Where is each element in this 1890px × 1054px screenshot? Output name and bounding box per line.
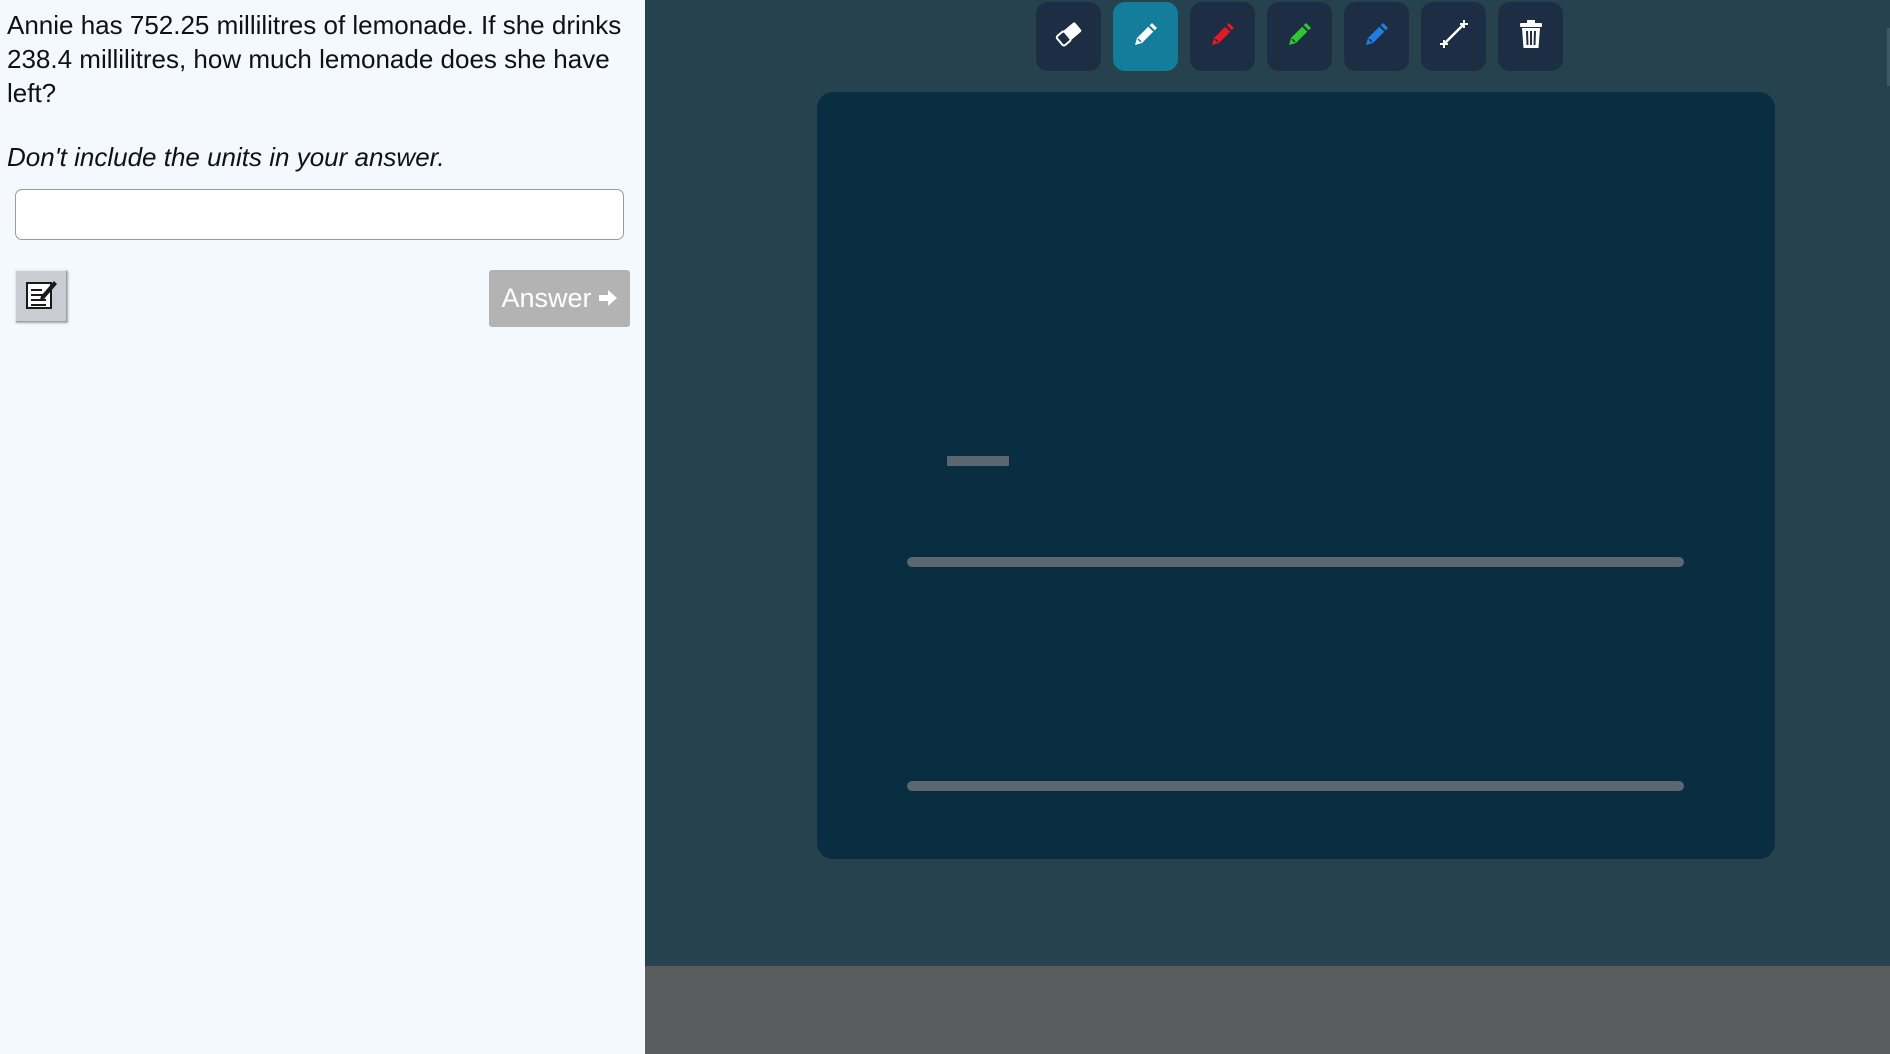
pencil-icon xyxy=(1130,18,1162,55)
trash-icon xyxy=(1517,18,1545,55)
notepad-button[interactable] xyxy=(15,270,67,322)
pencil-icon xyxy=(1361,18,1393,55)
question-text: Annie has 752.25 millilitres of lemonade… xyxy=(7,10,622,108)
green-pen-tool-button[interactable] xyxy=(1267,2,1332,71)
white-pen-tool-button[interactable] xyxy=(1113,2,1178,71)
answer-input[interactable] xyxy=(15,189,624,240)
drawing-canvas[interactable] xyxy=(817,92,1775,859)
drawn-dash-stroke xyxy=(947,456,1009,466)
line-tool-icon xyxy=(1436,16,1472,57)
eraser-tool-button[interactable] xyxy=(1036,2,1101,71)
pencil-icon xyxy=(1207,18,1239,55)
blue-pen-tool-button[interactable] xyxy=(1344,2,1409,71)
answer-instruction: Don't include the units in your answer. xyxy=(7,142,445,172)
clear-tool-button[interactable] xyxy=(1498,2,1563,71)
red-pen-tool-button[interactable] xyxy=(1190,2,1255,71)
notepad-icon xyxy=(24,277,58,316)
drawn-line-stroke xyxy=(907,781,1684,791)
question-panel: Annie has 752.25 millilitres of lemonade… xyxy=(0,0,645,1054)
line-tool-button[interactable] xyxy=(1421,2,1486,71)
answer-button[interactable]: Answer xyxy=(489,270,630,327)
pencil-icon xyxy=(1284,18,1316,55)
drawing-toolbar xyxy=(1036,2,1563,71)
answer-button-label: Answer xyxy=(501,283,592,313)
drawn-line-stroke xyxy=(907,557,1684,567)
bottom-bar xyxy=(645,966,1890,1054)
arrow-right-icon xyxy=(598,283,618,314)
eraser-icon xyxy=(1052,17,1086,56)
